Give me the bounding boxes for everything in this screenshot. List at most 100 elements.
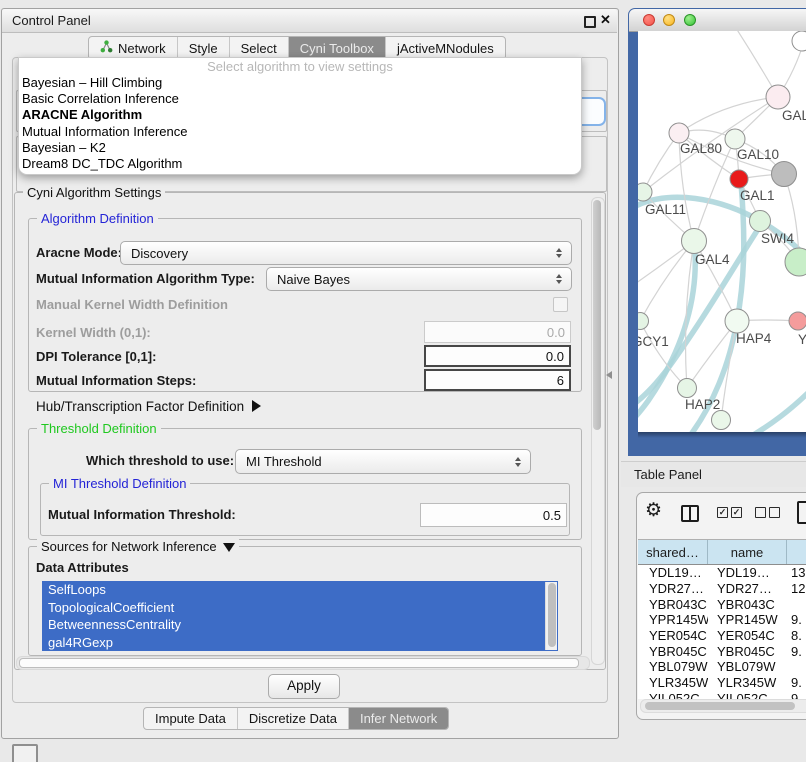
algorithm-option-bayesian-k2[interactable]: Bayesian – K2 bbox=[21, 140, 579, 156]
node-salmon[interactable] bbox=[789, 312, 806, 330]
aracne-mode-value: Discovery bbox=[131, 246, 188, 261]
node-gal1-red[interactable] bbox=[730, 170, 748, 188]
apply-button[interactable]: Apply bbox=[268, 674, 340, 699]
network-node-label-gcy1: GCY1 bbox=[638, 334, 669, 349]
expand-arrow-icon[interactable] bbox=[252, 400, 261, 412]
cyni-algorithm-settings-title: Cyni Algorithm Settings bbox=[23, 185, 165, 200]
mi-algorithm-type-combo[interactable]: Naive Bayes bbox=[266, 267, 572, 291]
bottom-tab-discretize-data[interactable]: Discretize Data bbox=[238, 708, 349, 729]
table-cell: 12 bbox=[787, 581, 806, 596]
column-header-name[interactable]: name bbox=[708, 540, 787, 564]
mi-steps-field[interactable] bbox=[424, 369, 571, 391]
table-row[interactable]: YBR043CYBR043C bbox=[638, 596, 806, 612]
dpi-tolerance-field[interactable] bbox=[424, 345, 571, 367]
tab-network[interactable]: Network bbox=[89, 37, 178, 59]
tab-style[interactable]: Style bbox=[178, 37, 230, 59]
node-partial-top[interactable] bbox=[792, 31, 806, 51]
algorithm-option-bayesian-hill-climbing[interactable]: Bayesian – Hill Climbing bbox=[21, 75, 579, 91]
close-icon[interactable]: ✕ bbox=[600, 12, 611, 27]
document-icon[interactable] bbox=[797, 501, 806, 524]
node-gal4[interactable] bbox=[682, 229, 707, 254]
attribute-item-betweennesscentrality[interactable]: BetweennessCentrality bbox=[42, 616, 558, 634]
deselect-checkbox-icon[interactable] bbox=[755, 507, 766, 518]
close-traffic-light[interactable] bbox=[643, 14, 655, 26]
aracne-mode-combo[interactable]: Discovery bbox=[120, 241, 572, 265]
settings-vertical-scrollbar-thumb[interactable] bbox=[593, 200, 601, 430]
tab-network-label: Network bbox=[118, 41, 166, 56]
settings-vertical-scrollbar[interactable] bbox=[591, 197, 605, 665]
mi-algorithm-type-value: Naive Bayes bbox=[277, 272, 350, 287]
column-header-3[interactable] bbox=[787, 540, 806, 564]
table-row[interactable]: YBL079WYBL079W bbox=[638, 659, 806, 675]
node-gal10[interactable] bbox=[725, 129, 745, 149]
network-node-label-y: Y bbox=[798, 332, 806, 347]
network-graph[interactable]: GALGAL80GAL10GAL1GAL11SWI4GAL4GCY1HAP4YH… bbox=[638, 31, 806, 432]
bottom-tab-discretize-data-label: Discretize Data bbox=[249, 711, 337, 726]
deselect-checkbox-icon-2[interactable] bbox=[769, 507, 780, 518]
network-edge-thick bbox=[692, 183, 744, 432]
float-window-icon[interactable] bbox=[584, 16, 596, 28]
bottom-tabs: Impute Data Discretize Data Infer Network bbox=[143, 707, 449, 730]
network-edge-thick bbox=[750, 387, 806, 432]
node-gal11[interactable] bbox=[638, 183, 652, 201]
settings-horizontal-scrollbar-thumb[interactable] bbox=[19, 658, 579, 668]
data-attributes-list[interactable]: SelfLoopsTopologicalCoefficientBetweenne… bbox=[42, 581, 558, 651]
bottom-tab-impute-data[interactable]: Impute Data bbox=[144, 708, 238, 729]
mi-threshold-field[interactable] bbox=[420, 503, 567, 527]
node-swi4[interactable] bbox=[750, 211, 771, 232]
bottom-tab-infer-network[interactable]: Infer Network bbox=[349, 708, 448, 729]
table-cell: YBR043C bbox=[638, 597, 708, 612]
which-threshold-combo[interactable]: MI Threshold bbox=[235, 449, 531, 474]
algorithm-option-dream8-dc-tdc-algorithm[interactable]: Dream8 DC_TDC Algorithm bbox=[21, 156, 579, 172]
attribute-item-selfloops[interactable]: SelfLoops bbox=[42, 581, 558, 599]
minimized-panel-handle[interactable] bbox=[12, 744, 38, 762]
zoom-traffic-light[interactable] bbox=[684, 14, 696, 26]
table-row[interactable]: YBR045CYBR045C9. bbox=[638, 643, 806, 659]
table-cell: 13 bbox=[787, 565, 806, 580]
attributes-scrollbar[interactable] bbox=[545, 582, 557, 650]
node-gal80[interactable] bbox=[669, 123, 689, 143]
algorithm-dropdown-popup: Select algorithm to view settings Bayesi… bbox=[18, 57, 582, 175]
minimize-traffic-light[interactable] bbox=[663, 14, 675, 26]
network-canvas[interactable]: GALGAL80GAL10GAL1GAL11SWI4GAL4GCY1HAP4YH… bbox=[638, 31, 806, 432]
node-big-green[interactable] bbox=[785, 248, 806, 276]
panel-divider-arrow[interactable] bbox=[606, 371, 612, 379]
node-partial-bottom[interactable] bbox=[712, 411, 731, 430]
attribute-item-gal4rgexp[interactable]: gal4RGexp bbox=[42, 634, 558, 652]
table-row[interactable]: YPR145WYPR145W9. bbox=[638, 612, 806, 628]
table-row[interactable]: YDL19…YDL19…13 bbox=[638, 565, 806, 581]
node-gray[interactable] bbox=[772, 162, 797, 187]
algorithm-option-basic-correlation-inference[interactable]: Basic Correlation Inference bbox=[21, 91, 579, 107]
columns-icon[interactable] bbox=[681, 505, 699, 522]
gear-icon[interactable]: ⚙ bbox=[645, 501, 662, 521]
kernel-width-field bbox=[424, 321, 571, 343]
settings-horizontal-scrollbar[interactable] bbox=[16, 656, 590, 670]
tab-cyni-toolbox[interactable]: Cyni Toolbox bbox=[289, 37, 386, 59]
attributes-scrollbar-thumb[interactable] bbox=[548, 583, 556, 647]
node-gal-pink[interactable] bbox=[766, 85, 790, 109]
select-all-checkbox-icon-2[interactable]: ✓ bbox=[731, 507, 742, 518]
node-hap2[interactable] bbox=[678, 379, 697, 398]
table-row[interactable]: YIL052CYIL052C9. bbox=[638, 691, 806, 700]
table-row[interactable]: YDR27…YDR27…12 bbox=[638, 581, 806, 597]
control-panel-title: Control Panel bbox=[12, 13, 91, 28]
algorithm-option-mutual-information-inference[interactable]: Mutual Information Inference bbox=[21, 124, 579, 140]
attribute-item-topologicalcoefficient[interactable]: TopologicalCoefficient bbox=[42, 599, 558, 617]
tab-select-label: Select bbox=[241, 41, 277, 56]
hub-definition-toggle[interactable]: Hub/Transcription Factor Definition bbox=[36, 399, 261, 414]
collapse-arrow-icon[interactable] bbox=[223, 543, 235, 552]
table-row[interactable]: YLR345WYLR345W9. bbox=[638, 675, 806, 691]
table-row[interactable]: YER054CYER054C8. bbox=[638, 628, 806, 644]
column-header-shared[interactable]: shared… bbox=[638, 540, 708, 564]
tab-jactivemnodules-label: jActiveMNodules bbox=[397, 41, 494, 56]
table-horizontal-scrollbar-thumb[interactable] bbox=[645, 702, 795, 710]
node-gcy1[interactable] bbox=[638, 313, 649, 330]
table-horizontal-scrollbar[interactable] bbox=[640, 699, 806, 713]
network-window-titlebar[interactable] bbox=[629, 9, 806, 32]
tab-select[interactable]: Select bbox=[230, 37, 289, 59]
node-hap4[interactable] bbox=[725, 309, 749, 333]
tab-jactivemnodules[interactable]: jActiveMNodules bbox=[386, 37, 505, 59]
select-all-checkbox-icon[interactable]: ✓ bbox=[717, 507, 728, 518]
algorithm-option-aracne-algorithm[interactable]: ARACNE Algorithm bbox=[21, 107, 579, 123]
algorithm-definition-title: Algorithm Definition bbox=[37, 211, 158, 226]
